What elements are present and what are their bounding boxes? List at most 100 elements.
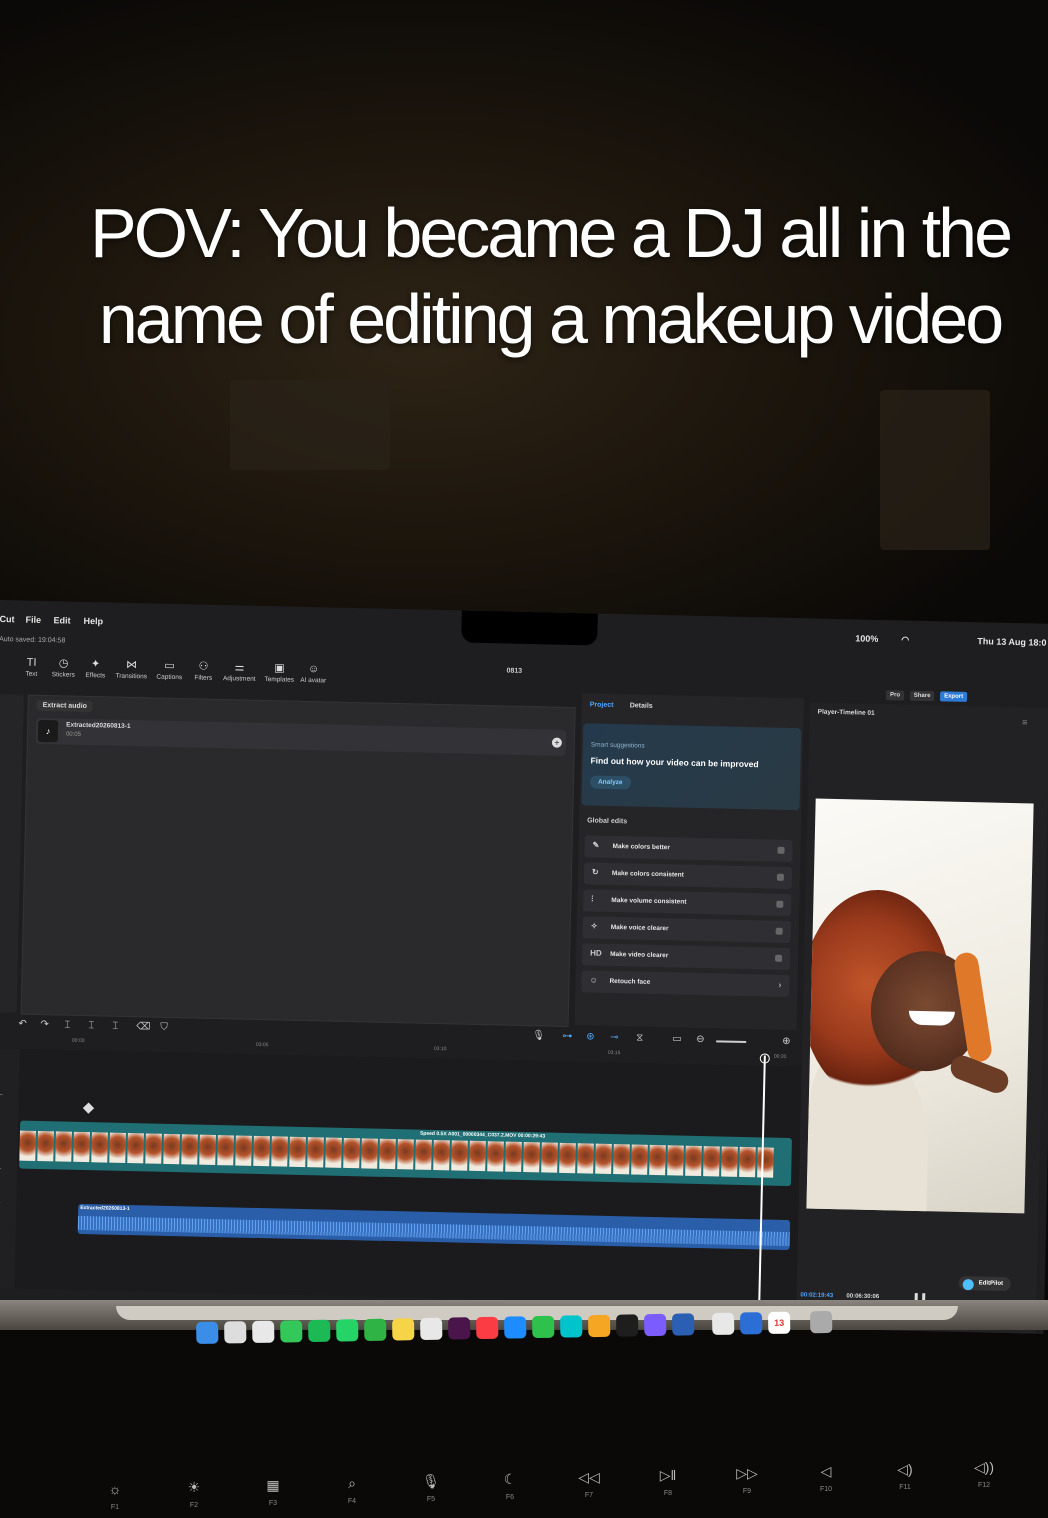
edit-make-voice-clearer[interactable]: ✧ Make voice clearer: [582, 916, 791, 944]
split-icon[interactable]: ⌶: [64, 1020, 70, 1031]
key-f6[interactable]: ☾ F6: [485, 1470, 535, 1501]
clip-thumbnail: [73, 1131, 90, 1163]
key-f3[interactable]: ▦ F3: [248, 1476, 298, 1507]
edit-make-volume-consistent[interactable]: ⫶ Make volume consistent: [583, 889, 792, 917]
mic-icon[interactable]: 🎙: [532, 1030, 545, 1041]
launchpad-icon[interactable]: [224, 1321, 247, 1344]
capcut-icon[interactable]: [616, 1314, 639, 1337]
shield-icon[interactable]: ⛉: [160, 1022, 168, 1033]
clip-thumbnail: [559, 1142, 576, 1174]
clip-thumbnail: [595, 1143, 612, 1175]
preview-axis-icon[interactable]: ⊸: [610, 1032, 619, 1043]
key-f12[interactable]: ◁)) F12: [959, 1458, 1009, 1489]
menu-app[interactable]: Cut: [0, 614, 15, 624]
key-f7[interactable]: ◁◁ F7: [564, 1468, 614, 1499]
volume-icon: ⫶: [591, 894, 594, 904]
edit-make-video-clearer[interactable]: HD Make video clearer: [581, 943, 791, 971]
menu-file[interactable]: File: [25, 615, 41, 625]
ae-icon[interactable]: [644, 1313, 667, 1337]
clip-thumbnail: [343, 1137, 360, 1169]
clip-thumbnail: [487, 1141, 504, 1172]
toggle[interactable]: [774, 954, 783, 962]
player-title: Player-Timeline 01: [817, 708, 875, 717]
undo-icon[interactable]: ↶: [18, 1019, 27, 1030]
finder-icon[interactable]: [196, 1321, 219, 1344]
clip-thumbnail: [397, 1139, 414, 1170]
edit-make-colors-consistent[interactable]: ↻ Make colors consistent: [583, 862, 793, 890]
split-right-icon[interactable]: ⌶: [112, 1021, 118, 1032]
wifi-icon[interactable]: ◠: [901, 634, 909, 645]
menu-edit[interactable]: Edit: [53, 615, 70, 625]
editpilot-icon: [962, 1279, 974, 1291]
media-item[interactable]: ♪ Extracted20260813-1 00:05 +: [35, 717, 567, 756]
pro-button[interactable]: Pro: [885, 690, 905, 701]
zoom-slider[interactable]: [716, 1040, 747, 1044]
export-button[interactable]: Export: [939, 691, 968, 702]
toolbar-captions[interactable]: ▭ Captions: [150, 657, 189, 681]
key-f1[interactable]: ☼ F1: [90, 1480, 140, 1511]
track-music-control[interactable]: ◉ –: [0, 1164, 1, 1172]
toolbar-adjustment[interactable]: ⚌ Adjustment: [220, 659, 259, 683]
global-edits-label: Global edits: [587, 817, 628, 826]
link-icon[interactable]: ⊛: [586, 1031, 595, 1042]
menu-help[interactable]: Help: [83, 616, 103, 626]
files-icon[interactable]: [739, 1312, 763, 1335]
trash-icon[interactable]: [809, 1310, 833, 1334]
numbers-icon[interactable]: [364, 1318, 387, 1342]
share-button[interactable]: Share: [909, 690, 935, 702]
clock[interactable]: Thu 13 Aug 18:0: [977, 636, 1046, 648]
key-f8[interactable]: ▷‖ F8: [643, 1466, 693, 1497]
photos-icon[interactable]: [420, 1317, 443, 1341]
stack-icon[interactable]: [711, 1312, 735, 1335]
spotify-icon[interactable]: [308, 1319, 331, 1343]
toggle[interactable]: [777, 846, 785, 854]
clip-thumbnail: [631, 1144, 648, 1175]
track-video-control[interactable]: ◉ –: [0, 1090, 3, 1098]
notes-icon[interactable]: [392, 1318, 415, 1341]
tab-project[interactable]: Project: [590, 701, 614, 709]
pages-icon[interactable]: [588, 1314, 611, 1338]
toggle[interactable]: [776, 873, 784, 881]
key-f9[interactable]: ▷▷ F9: [722, 1464, 772, 1495]
clip-thumbnail: [523, 1142, 540, 1173]
toolbar-templates[interactable]: ▣ Templates: [260, 660, 299, 684]
analyze-button[interactable]: Analyze: [589, 775, 631, 790]
ie-icon[interactable]: [671, 1313, 695, 1336]
editpilot-button[interactable]: EditPilot: [958, 1275, 1012, 1292]
toolbar-transitions[interactable]: ⋈ Transitions: [112, 657, 151, 681]
extract-audio-button[interactable]: Extract audio: [36, 699, 94, 713]
redo-icon[interactable]: ↷: [40, 1019, 49, 1030]
key-f5[interactable]: 🎙 F5: [406, 1472, 456, 1503]
whatsapp-icon[interactable]: [336, 1319, 359, 1342]
tab-details[interactable]: Details: [630, 702, 653, 710]
key-f2[interactable]: ☀ F2: [169, 1478, 219, 1509]
toolbar-filters[interactable]: ⚇ Filters: [184, 658, 223, 682]
key-f4[interactable]: ⌕ F4: [327, 1474, 377, 1505]
menu-icon[interactable]: ≡: [1022, 717, 1027, 727]
split-left-icon[interactable]: ⌶: [88, 1020, 94, 1031]
facetime-icon[interactable]: [532, 1315, 555, 1339]
key-f10[interactable]: ◁ F10: [801, 1462, 851, 1493]
caption-icon[interactable]: ▭: [672, 1033, 682, 1044]
toggle[interactable]: [776, 900, 784, 908]
toolbar-effects[interactable]: ✦ Effects: [76, 656, 115, 680]
add-to-timeline-button[interactable]: +: [551, 737, 563, 748]
key-f11[interactable]: ◁) F11: [880, 1460, 930, 1491]
battery-label[interactable]: 100%: [855, 633, 878, 644]
canva-icon[interactable]: [560, 1315, 583, 1338]
edit-make-colors-better[interactable]: ✎ Make colors better: [584, 835, 793, 863]
slack-icon[interactable]: [448, 1317, 471, 1340]
chrome-icon[interactable]: [252, 1320, 275, 1344]
toggle[interactable]: [775, 927, 783, 935]
music-icon[interactable]: [476, 1316, 499, 1340]
audio-icon[interactable]: ⧖: [636, 1033, 643, 1044]
calendar-icon[interactable]: 13: [767, 1311, 791, 1335]
edit-retouch-face[interactable]: ☺ Retouch face ›: [581, 970, 790, 998]
appstore-icon[interactable]: [504, 1316, 527, 1339]
messages-icon[interactable]: [280, 1320, 303, 1343]
snap-icon[interactable]: ⊶: [562, 1031, 572, 1042]
zoom-out-icon[interactable]: ⊖: [696, 1034, 705, 1045]
zoom-in-icon[interactable]: ⊕: [782, 1036, 791, 1047]
delete-icon[interactable]: ⌫: [136, 1021, 150, 1032]
toolbar-ai-avatar[interactable]: ☺ AI avatar: [294, 661, 333, 685]
